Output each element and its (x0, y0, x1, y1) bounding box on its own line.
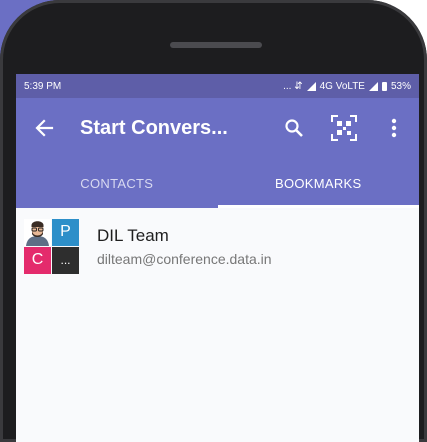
person-avatar-icon (26, 220, 49, 246)
wifi-signal-icon (368, 81, 378, 91)
app-bar-actions (269, 98, 419, 158)
status-misc: ... ⇵ (283, 80, 303, 92)
back-button[interactable] (16, 98, 72, 158)
more-options-button[interactable] (369, 98, 419, 158)
status-indicators: ... ⇵ 4G VoLTE 53% (283, 81, 411, 92)
avatar: P C ... (24, 218, 79, 274)
more-vert-icon (391, 118, 397, 138)
status-bar: 5:39 PM ... ⇵ 4G VoLTE 53% (16, 74, 419, 98)
status-time: 5:39 PM (24, 80, 62, 92)
tab-bookmarks[interactable]: BOOKMARKS (218, 158, 420, 208)
phone-speaker (170, 42, 262, 48)
tab-contacts[interactable]: CONTACTS (16, 158, 218, 208)
phone-frame: 5:39 PM ... ⇵ 4G VoLTE 53% Start Convers… (0, 0, 427, 442)
avatar-tile-more: ... (52, 246, 79, 274)
qr-code-icon (331, 115, 357, 141)
signal-icon (306, 81, 316, 91)
scan-qr-button[interactable] (319, 98, 369, 158)
status-network: 4G VoLTE (319, 80, 365, 92)
back-arrow-icon (35, 119, 54, 137)
app-screen: 5:39 PM ... ⇵ 4G VoLTE 53% Start Convers… (16, 74, 419, 442)
search-icon (285, 119, 303, 137)
app-bar: Start Convers... (16, 98, 419, 158)
search-button[interactable] (269, 98, 319, 158)
bookmark-list: P C ... DIL Team dilteam@conference.data… (16, 208, 419, 276)
bookmark-name: DIL Team (97, 225, 169, 245)
avatar-tile-c: C (24, 246, 51, 274)
status-battery: 53% (390, 80, 411, 92)
tab-bar: CONTACTS BOOKMARKS (16, 158, 419, 208)
list-item-text: DIL Team dilteam@conference.data.in (97, 226, 272, 267)
bookmark-address: dilteam@conference.data.in (97, 250, 272, 267)
battery-icon (381, 81, 387, 91)
avatar-tile-p: P (52, 218, 79, 246)
page-title: Start Convers... (80, 116, 228, 139)
avatar-person-tile (24, 218, 51, 246)
list-item[interactable]: P C ... DIL Team dilteam@conference.data… (16, 216, 419, 276)
active-tab-indicator (218, 205, 419, 208)
